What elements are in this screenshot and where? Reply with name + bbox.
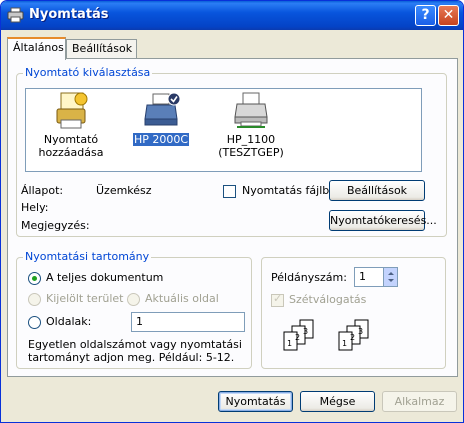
tab-general[interactable]: Általános [7,37,66,60]
cancel-button[interactable]: Mégse [300,391,375,412]
close-button[interactable]: ✕ [438,5,459,26]
print-button[interactable]: Nyomtatás [218,391,293,412]
printer-hp1100-line1: HP_1100 [226,133,276,146]
stack-page-2: 2 [295,333,300,342]
stack-page-3: 3 [303,327,308,336]
hint-line2: tartományt adjon meg. Például: 5-12. [28,351,235,364]
tab-settings[interactable]: Beállítások [66,39,137,59]
printer-item-hp1100[interactable]: HP_1100 (TESZTGEP) [206,91,296,159]
find-printer-button[interactable]: Nyomtatókeresés... [329,210,437,231]
copies-value: 1 [359,270,366,283]
print-to-file-checkbox[interactable] [223,185,236,198]
page-range-legend: Nyomtatási tartomány [23,250,152,263]
print-to-file-label[interactable]: Nyomtatás fájlba [242,184,336,197]
page-range-group: Nyomtatási tartomány A teljes dokumentum… [16,250,252,369]
stack-page-3b: 3 [358,327,363,336]
selection-label: Kijelölt terület [46,292,124,305]
radio-all-pages[interactable] [28,272,41,285]
window-title: Nyomtatás [29,7,109,22]
current-page-label: Aktuális oldal [145,292,219,305]
printer-hp2000c-label: HP 2000C [133,133,189,146]
apply-button: Alkalmaz [382,391,457,412]
radio-pages[interactable] [28,316,41,329]
collate-checkbox: ✓ [271,292,284,307]
comment-label: Megjegyzés: [21,219,90,232]
copies-input[interactable]: 1 [354,267,398,287]
status-label: Állapot: [21,184,64,197]
copies-label: Példányszám: [271,271,347,284]
add-printer-icon [51,91,91,131]
network-printer-icon [231,91,271,131]
tab-settings-label: Beállítások [72,42,133,55]
printer-list[interactable]: Nyomtató hozzáadása HP 2000C HP_1100 (TE… [25,88,422,172]
status-value: Üzemkész [96,184,152,197]
printer-default-icon [141,91,181,131]
stack-page-1b: 1 [342,339,347,348]
printer-add-line2: hozzáadása [38,146,104,159]
stack-page-2b: 2 [350,333,355,342]
printer-item-hp2000c[interactable]: HP 2000C [116,91,206,146]
tab-general-label: Általános [13,41,64,54]
print-dialog: Nyomtatás ? ✕ Általános Beállítások Nyom… [0,0,464,423]
location-label: Hely: [21,201,49,214]
printer-select-group: Nyomtató kiválasztása Nyomtató hozzáadás [16,66,447,237]
printer-icon [7,7,24,23]
collate-check-icon: ✓ [273,292,283,305]
radio-selected-dot [32,276,37,281]
pages-input[interactable]: 1 [131,312,245,332]
stack-page-1: 1 [287,339,292,348]
radio-current-page [127,293,140,306]
printer-add-line1: Nyomtató [43,133,99,146]
collate-label: Szétválogatás [289,293,367,306]
radio-selection [28,293,41,306]
pages-label[interactable]: Oldalak: [46,315,91,328]
collate-pages-icon: 1 2 3 1 2 3 [283,319,369,351]
tab-panel: Nyomtató kiválasztása Nyomtató hozzáadás [7,58,458,377]
printer-settings-button[interactable]: Beállítások [329,180,425,201]
copies-spinner[interactable] [383,268,397,286]
printer-hp1100-line2: (TESZTGEP) [218,146,284,159]
hint-line1: Egyetlen oldalszámot vagy nyomtatási [28,338,242,351]
spinner-arrows-icon [388,272,394,282]
printer-item-add[interactable]: Nyomtató hozzáadása [26,91,116,159]
printer-select-legend: Nyomtató kiválasztása [23,66,153,79]
help-button[interactable]: ? [415,5,436,26]
all-pages-label[interactable]: A teljes dokumentum [46,271,163,284]
title-bar[interactable]: Nyomtatás ? ✕ [1,1,463,30]
copies-group: Példányszám: 1 ✓ Szétválogatás 1 2 3 1 2… [261,257,446,369]
